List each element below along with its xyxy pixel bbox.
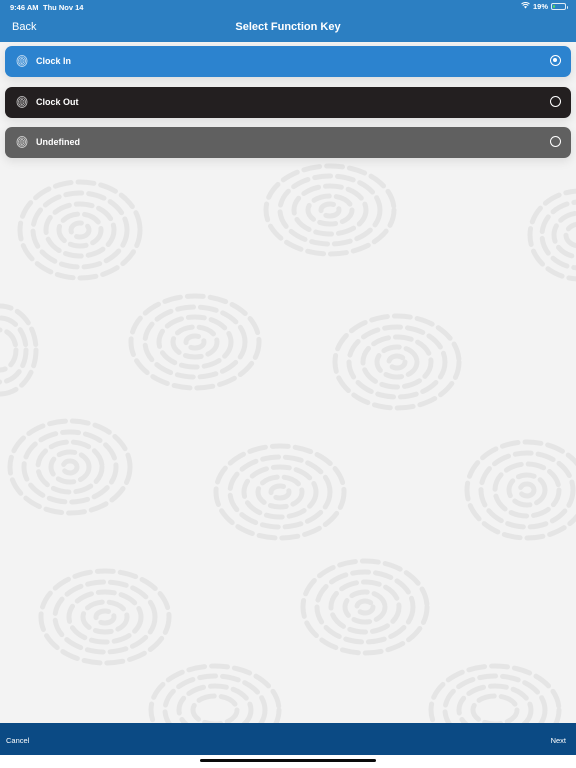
radio-button[interactable]	[550, 95, 561, 107]
status-date: Thu Nov 14	[43, 3, 84, 12]
fingerprint-icon	[16, 136, 28, 148]
radio-button[interactable]	[550, 136, 561, 147]
wifi-icon	[521, 2, 530, 11]
fingerprint-watermark-icon	[7, 418, 133, 516]
function-key-list: Clock In Clock Out Undefined	[5, 46, 571, 168]
home-indicator[interactable]	[200, 759, 376, 762]
option-label: Clock Out	[36, 96, 79, 107]
fingerprint-icon	[16, 95, 28, 108]
fingerprint-watermark-icon	[527, 188, 576, 282]
status-indicators: 19%	[521, 2, 568, 11]
fingerprint-watermark-icon	[213, 443, 347, 541]
option-label: Clock In	[36, 56, 72, 66]
cancel-button[interactable]: Cancel	[6, 736, 29, 745]
app-header: 9:46 AM Thu Nov 14 19% Back Select Funct…	[0, 0, 576, 42]
fingerprint-watermark-icon	[300, 558, 430, 656]
nav-bar: Back Select Function Key	[0, 14, 576, 42]
fingerprint-watermark-icon	[148, 663, 282, 723]
fingerprint-watermark-icon	[0, 303, 39, 397]
fingerprint-watermark-icon	[332, 313, 462, 411]
status-bar: 9:46 AM Thu Nov 14 19%	[0, 0, 576, 14]
fingerprint-watermark-icon	[263, 163, 397, 257]
option-label: Undefined	[36, 137, 80, 147]
page-title: Select Function Key	[235, 21, 341, 33]
fingerprint-icon	[16, 55, 28, 67]
option-clock-out[interactable]: Clock Out	[5, 86, 571, 118]
battery-level	[553, 5, 556, 8]
option-clock-in[interactable]: Clock In	[5, 46, 571, 77]
next-button[interactable]: Next	[551, 736, 566, 745]
fingerprint-watermark-icon	[17, 179, 143, 281]
fingerprint-watermark-icon	[428, 663, 562, 723]
fingerprint-watermark-icon	[464, 439, 576, 541]
fingerprint-watermark-icon	[128, 293, 262, 391]
fingerprint-watermark-icon	[38, 568, 172, 666]
home-indicator-area	[0, 755, 576, 768]
status-time: 9:46 AM	[10, 3, 39, 12]
radio-button[interactable]	[550, 55, 561, 66]
battery-icon	[551, 3, 568, 10]
option-undefined[interactable]: Undefined	[5, 127, 571, 158]
battery-percent: 19%	[532, 2, 548, 11]
